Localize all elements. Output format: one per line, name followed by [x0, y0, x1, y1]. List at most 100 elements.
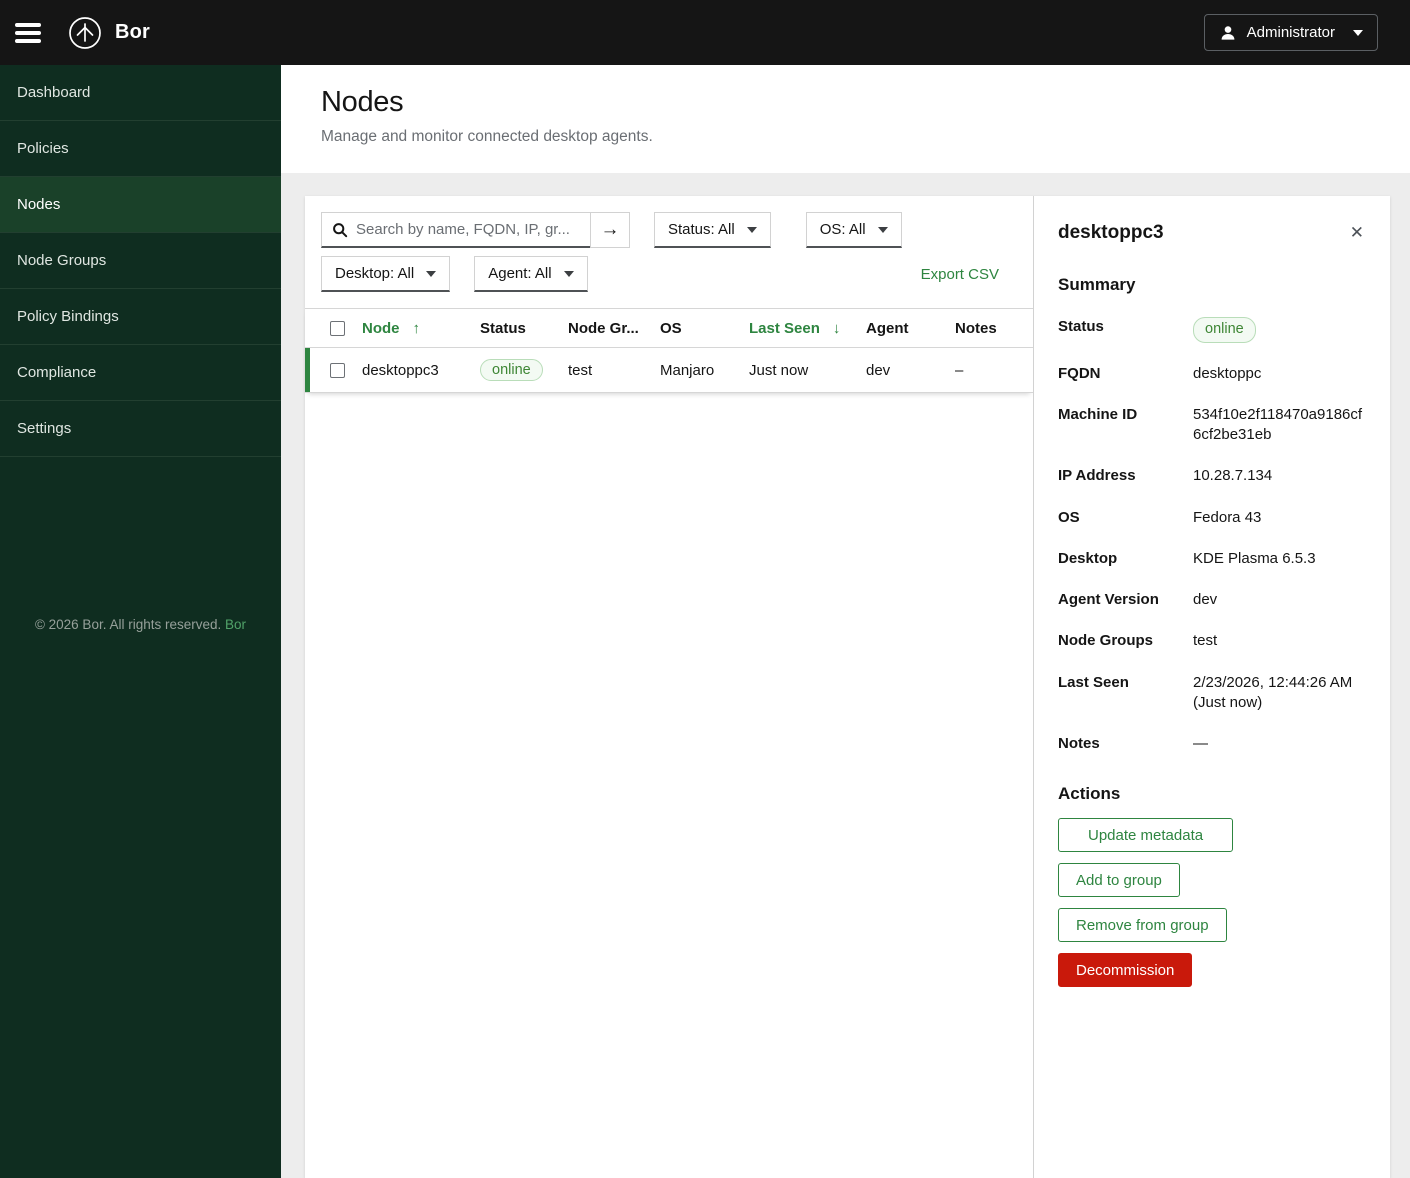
column-header-last-seen[interactable]: Last Seen ↓	[749, 320, 866, 337]
field-label: Node Groups	[1058, 632, 1154, 650]
add-to-group-button[interactable]: Add to group	[1058, 863, 1180, 898]
sidebar-item-settings[interactable]: Settings	[0, 401, 281, 457]
select-all-checkbox[interactable]	[330, 320, 345, 336]
sidebar-item-label: Compliance	[17, 364, 97, 381]
user-menu-label: Administrator	[1246, 24, 1335, 41]
sidebar-item-label: Settings	[17, 420, 72, 437]
top-bar: Bor Administrator	[0, 0, 1410, 65]
column-header-os: OS	[660, 319, 682, 337]
sidebar-item-policy-bindings[interactable]: Policy Bindings	[0, 289, 281, 345]
table-header-row: Node ↑ Status Node Gr... OS Last Seen ↓ …	[305, 308, 1033, 348]
user-icon	[1219, 24, 1237, 42]
close-icon[interactable]: ✕	[1348, 222, 1366, 243]
field-label: IP Address	[1058, 467, 1136, 485]
field-machine-id: Machine ID 534f10e2f118470a9186cf6cf2be3…	[1058, 405, 1366, 446]
column-header-notes: Notes	[955, 319, 997, 337]
field-desktop: Desktop KDE Plasma 6.5.3	[1058, 549, 1366, 569]
field-label: Desktop	[1058, 549, 1118, 567]
field-label: FQDN	[1058, 364, 1101, 382]
chevron-down-icon	[877, 226, 888, 233]
filter-label: Desktop: All	[335, 265, 415, 282]
field-value: —	[1193, 735, 1208, 753]
field-node-groups: Node Groups test	[1058, 631, 1366, 651]
sidebar-item-label: Policies	[17, 140, 69, 157]
os-filter-dropdown[interactable]: OS: All	[805, 212, 902, 248]
cell-node: desktoppc3	[362, 361, 439, 379]
field-last-seen: Last Seen 2/23/2026, 12:44:26 AM (Just n…	[1058, 673, 1366, 714]
column-label: Last Seen	[749, 319, 820, 337]
field-label: Status	[1058, 318, 1104, 335]
sidebar-item-policies[interactable]: Policies	[0, 121, 281, 177]
field-ip-address: IP Address 10.28.7.134	[1058, 466, 1366, 486]
sidebar-item-dashboard[interactable]: Dashboard	[0, 65, 281, 121]
field-value: Fedora 43	[1193, 508, 1262, 526]
chevron-down-icon	[746, 226, 757, 233]
footer-bor-link[interactable]: Bor	[225, 617, 246, 632]
agent-filter-dropdown[interactable]: Agent: All	[474, 256, 588, 292]
field-value: 2/23/2026, 12:44:26 AM (Just now)	[1193, 673, 1353, 711]
cell-node-group: test	[568, 361, 593, 379]
table-row[interactable]: desktoppc3 online test Manjaro Just now …	[305, 348, 1033, 393]
menu-toggle-button[interactable]	[15, 22, 41, 43]
summary-heading: Summary	[1058, 275, 1136, 294]
update-metadata-button[interactable]: Update metadata	[1058, 818, 1234, 853]
sidebar-item-nodes[interactable]: Nodes	[0, 177, 281, 233]
cell-notes: –	[955, 361, 964, 379]
column-header-node[interactable]: Node ↑	[362, 320, 480, 337]
sidebar-item-node-groups[interactable]: Node Groups	[0, 233, 281, 289]
cell-agent: dev	[866, 361, 891, 379]
status-filter-dropdown[interactable]: Status: All	[654, 212, 771, 248]
main-area: Nodes Manage and monitor connected deskt…	[281, 65, 1410, 1178]
remove-from-group-button[interactable]: Remove from group	[1058, 908, 1227, 943]
status-badge: online	[1193, 317, 1256, 343]
desktop-filter-dropdown[interactable]: Desktop: All	[321, 256, 451, 292]
bor-logo-icon	[67, 15, 103, 51]
column-label: Node	[362, 319, 400, 337]
node-detail-panel: desktoppc3 ✕ Summary Status online FQDN …	[1033, 196, 1390, 1178]
filter-label: Status: All	[668, 221, 735, 238]
sort-desc-icon: ↓	[832, 319, 841, 337]
sidebar-footer: © 2026 Bor. All rights reserved. Bor	[0, 617, 281, 632]
app-title: Bor	[115, 21, 151, 43]
search-submit-button[interactable]: →	[590, 212, 630, 248]
sidebar: Dashboard Policies Nodes Node Groups Pol…	[0, 65, 281, 1178]
sidebar-item-compliance[interactable]: Compliance	[0, 345, 281, 401]
sidebar-item-label: Nodes	[17, 196, 61, 213]
field-label: Machine ID	[1058, 405, 1138, 423]
search-icon	[332, 222, 348, 238]
page-title: Nodes	[321, 86, 404, 118]
field-value: KDE Plasma 6.5.3	[1193, 549, 1316, 567]
user-menu-dropdown[interactable]: Administrator	[1203, 14, 1378, 51]
row-checkbox[interactable]	[330, 362, 345, 378]
sidebar-item-label: Node Groups	[17, 252, 107, 269]
export-csv-link[interactable]: Export CSV	[921, 266, 999, 283]
field-agent-version: Agent Version dev	[1058, 590, 1366, 610]
sort-asc-icon: ↑	[412, 319, 421, 337]
field-label: Notes	[1058, 735, 1100, 753]
cell-os: Manjaro	[660, 361, 715, 379]
decommission-button[interactable]: Decommission	[1058, 953, 1193, 988]
column-header-agent: Agent	[866, 319, 909, 337]
field-status: Status online	[1058, 317, 1366, 343]
column-header-status: Status	[480, 319, 526, 337]
column-header-node-groups: Node Gr...	[568, 319, 639, 337]
actions-heading: Actions	[1058, 784, 1121, 804]
field-os: OS Fedora 43	[1058, 508, 1366, 528]
search-input[interactable]	[356, 221, 580, 238]
field-value: 10.28.7.134	[1193, 467, 1273, 485]
arrow-right-icon: →	[600, 219, 620, 240]
field-label: OS	[1058, 508, 1080, 526]
field-value: 534f10e2f118470a9186cf6cf2be31eb	[1193, 405, 1363, 444]
sidebar-item-label: Dashboard	[17, 84, 91, 101]
chevron-down-icon	[426, 270, 437, 277]
chevron-down-icon	[1353, 29, 1363, 36]
page-header: Nodes Manage and monitor connected deskt…	[281, 65, 1410, 173]
nodes-table-section: → Status: All OS: All	[305, 196, 1033, 1178]
filter-label: OS: All	[819, 221, 866, 238]
field-value: test	[1193, 632, 1218, 650]
filter-label: Agent: All	[488, 265, 552, 282]
nodes-table: Node ↑ Status Node Gr... OS Last Seen ↓ …	[305, 308, 1033, 393]
field-value: dev	[1193, 591, 1218, 609]
page-subtitle: Manage and monitor connected desktop age…	[321, 128, 653, 145]
search-group: →	[321, 212, 630, 248]
